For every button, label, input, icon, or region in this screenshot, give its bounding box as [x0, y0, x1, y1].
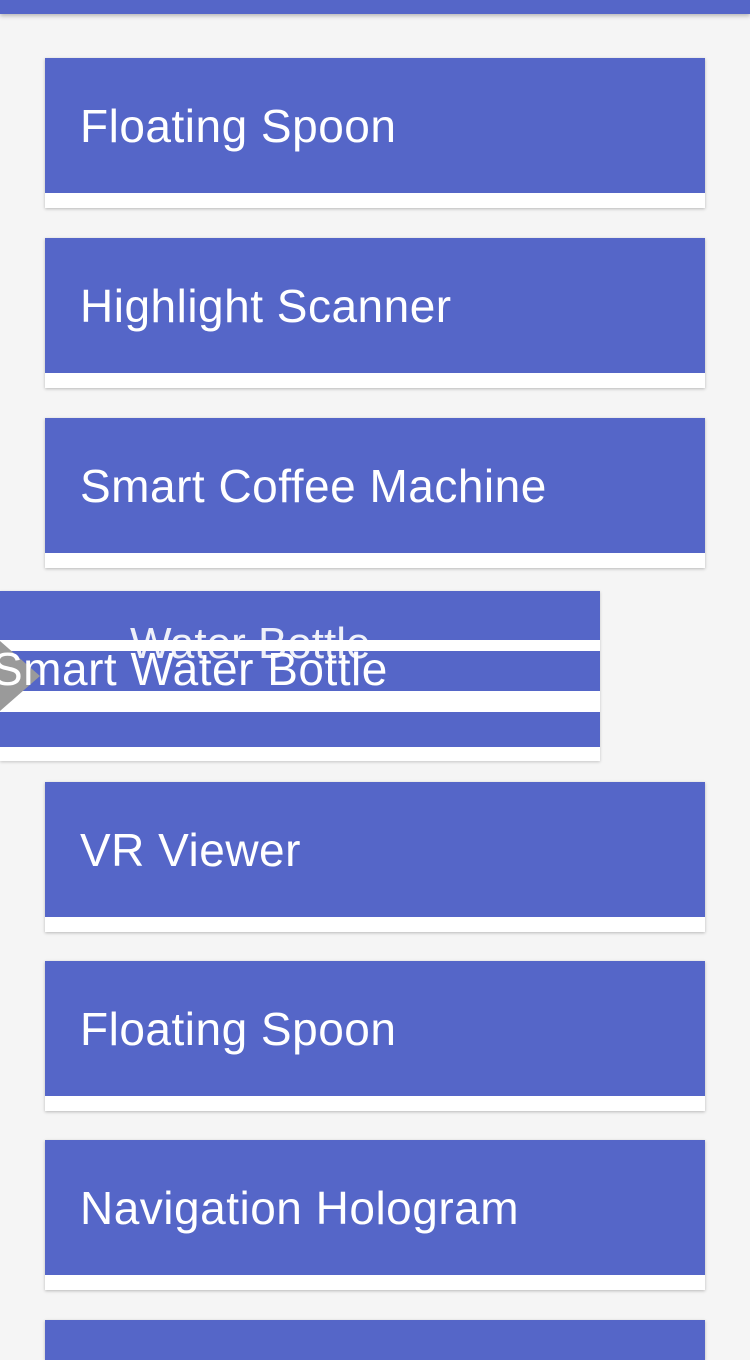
- card-title: Smart Coffee Machine: [80, 459, 547, 512]
- dragging-item-title: Smart Water Bottle: [0, 643, 388, 695]
- card-header: Floating Spoon: [45, 961, 705, 1096]
- list-item[interactable]: [45, 1320, 705, 1360]
- card-header: Navigation Hologram: [45, 1140, 705, 1275]
- card-title: Floating Spoon: [80, 1002, 397, 1055]
- list-item[interactable]: Smart Coffee Machine: [45, 418, 705, 568]
- list-item[interactable]: Floating Spoon: [45, 961, 705, 1111]
- list-item[interactable]: Floating Spoon: [45, 58, 705, 208]
- list-item[interactable]: VR Viewer: [45, 782, 705, 932]
- card-title: Navigation Hologram: [80, 1181, 520, 1234]
- card-header: [45, 1320, 705, 1360]
- card-title: Highlight Scanner: [80, 279, 452, 332]
- list-item[interactable]: Highlight Scanner: [45, 238, 705, 388]
- card-title: Floating Spoon: [80, 99, 397, 152]
- list-item[interactable]: Navigation Hologram: [45, 1140, 705, 1290]
- card-title: VR Viewer: [80, 823, 301, 876]
- card-header: Smart Coffee Machine: [45, 418, 705, 553]
- top-app-bar: [0, 0, 750, 14]
- card-header: VR Viewer: [45, 782, 705, 917]
- card-header: Highlight Scanner: [45, 238, 705, 373]
- ghost-band: [0, 712, 600, 747]
- card-header: Floating Spoon: [45, 58, 705, 193]
